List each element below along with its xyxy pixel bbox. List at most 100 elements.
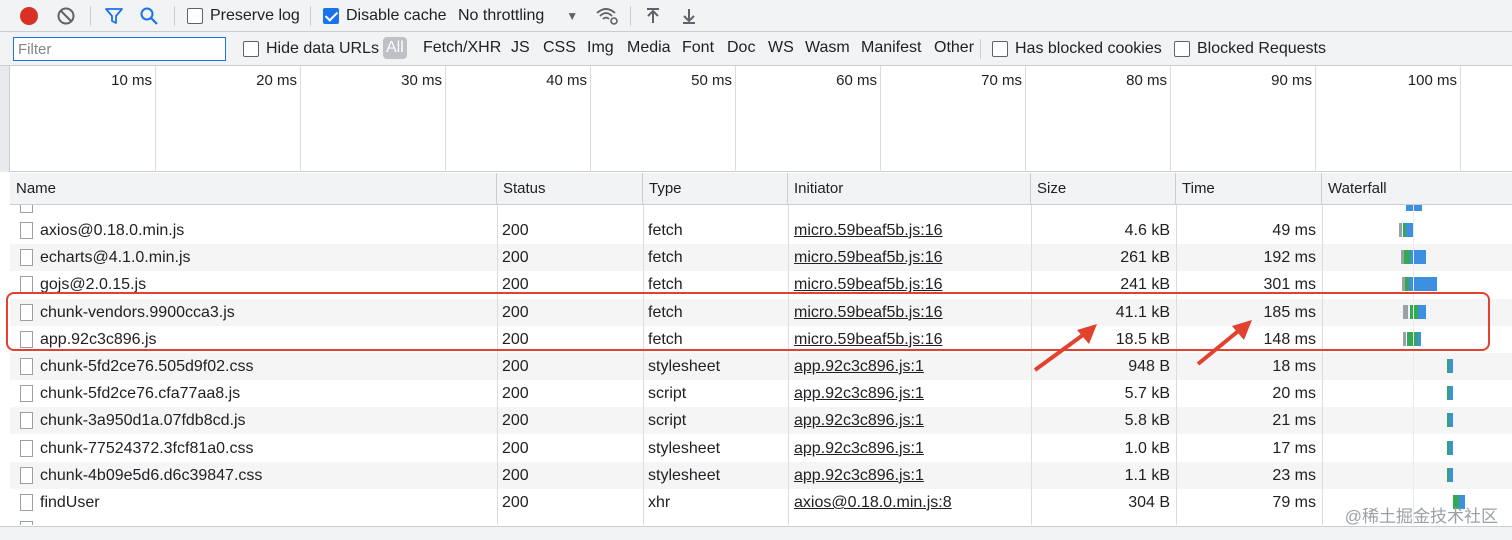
file-icon (20, 276, 33, 294)
request-type: script (648, 412, 687, 430)
table-row[interactable]: chunk-77524372.3fcf81a0.css 200 stylesheet… (10, 435, 1512, 462)
filter-icon (105, 7, 123, 24)
file-icon (20, 385, 33, 403)
disable-cache-label: Disable cache (346, 6, 447, 24)
request-name: chunk-5fd2ce76.505d9f02.css (40, 358, 254, 375)
timeline-overview[interactable]: 10 ms 20 ms 30 ms 40 ms 50 ms 60 ms 70 m… (0, 66, 1512, 172)
request-type: stylesheet (648, 439, 721, 457)
table-row[interactable]: chunk-3a950d1a.07fdb8cd.js 200 script app.9… (10, 407, 1512, 435)
wifi-settings-icon (596, 7, 618, 25)
file-icon (20, 466, 33, 484)
type-filter-ws[interactable]: WS (768, 39, 794, 57)
table-row[interactable]: findUser 200 xhr axios@0.18.0.min.js:8 304 B… (10, 489, 1512, 516)
clear-button[interactable] (56, 0, 76, 31)
column-header-time[interactable]: Time (1176, 173, 1322, 205)
chevron-down-icon: ▼ (566, 8, 579, 23)
waterfall-bar (1449, 359, 1453, 373)
requests-table-header: Name Status Type Initiator Size Time Wat… (10, 173, 1512, 205)
filter-toggle-button[interactable] (104, 0, 124, 31)
request-status: 200 (502, 412, 529, 430)
clear-icon (57, 7, 75, 24)
type-filter-media[interactable]: Media (627, 39, 671, 57)
request-status: 200 (502, 466, 529, 484)
blocked-requests-label: Blocked Requests (1197, 39, 1326, 57)
file-icon (20, 358, 33, 375)
export-har-button[interactable] (681, 0, 697, 31)
hide-data-urls-box[interactable] (243, 40, 259, 57)
blocked-requests-box[interactable] (1174, 40, 1190, 57)
type-filter-fetch-xhr[interactable]: Fetch/XHR (423, 39, 501, 57)
overview-tick: 40 ms (546, 72, 587, 89)
watermark: @稀土掘金技术社区 (1344, 507, 1498, 526)
type-filter-other[interactable]: Other (934, 39, 974, 57)
type-filter-manifest[interactable]: Manifest (861, 39, 921, 57)
request-size: 261 kB (1120, 249, 1170, 267)
request-initiator-link[interactable]: app.92c3c896.js:1 (794, 462, 1029, 489)
disable-cache-box[interactable] (323, 7, 339, 24)
request-status: 200 (502, 222, 529, 239)
request-time: 79 ms (1272, 494, 1316, 511)
request-initiator-link[interactable]: app.92c3c896.js:1 (794, 380, 1029, 407)
import-har-button[interactable] (645, 0, 661, 31)
request-status: 200 (502, 439, 529, 457)
request-initiator-link[interactable]: app.92c3c896.js:1 (794, 353, 1029, 380)
type-filter-img[interactable]: Img (587, 39, 614, 57)
type-filter-js[interactable]: JS (511, 39, 530, 57)
waterfall-bar (1449, 467, 1453, 482)
table-row[interactable]: chunk-4b09e5d6.d6c39847.css 200 stylesheet… (10, 461, 1512, 489)
request-time: 20 ms (1272, 385, 1316, 403)
column-header-type[interactable]: Type (643, 173, 788, 205)
type-filter-wasm[interactable]: Wasm (805, 39, 850, 57)
table-row[interactable]: chunk-5fd2ce76.cfa77aa8.js 200 script app.9… (10, 380, 1512, 407)
time-annotation-arrow (1196, 320, 1252, 366)
table-row[interactable]: chunk-5fd2ce76.505d9f02.css 200 stylesheet… (10, 353, 1512, 380)
request-status: 200 (502, 385, 529, 403)
request-initiator-link[interactable]: micro.59beaf5b.js:16 (794, 217, 1029, 244)
column-header-initiator[interactable]: Initiator (788, 173, 1031, 205)
request-size: 304 B (1128, 494, 1170, 511)
disable-cache-checkbox[interactable]: Disable cache (323, 0, 447, 31)
file-icon (20, 439, 33, 457)
column-header-name[interactable]: Name (10, 173, 497, 205)
request-time: 49 ms (1272, 222, 1316, 239)
type-filter-css[interactable]: CSS (543, 39, 576, 57)
request-initiator-link[interactable]: app.92c3c896.js:1 (794, 435, 1029, 462)
throttling-select[interactable]: No throttling ▼ (458, 0, 578, 31)
hide-data-urls-checkbox[interactable]: Hide data URLs (243, 32, 379, 65)
column-header-waterfall[interactable]: Waterfall (1322, 173, 1512, 205)
overview-tick: 80 ms (1126, 72, 1167, 89)
network-conditions-button[interactable] (595, 0, 619, 31)
table-row[interactable]: echarts@4.1.0.min.js 200 fetch micro.59beaf… (10, 244, 1512, 272)
search-button[interactable] (139, 0, 159, 31)
preserve-log-label: Preserve log (210, 6, 300, 24)
table-row-partial[interactable] (10, 516, 1512, 525)
request-initiator-link[interactable]: axios@0.18.0.min.js:8 (794, 489, 1029, 516)
request-type: stylesheet (648, 358, 721, 375)
type-filter-doc[interactable]: Doc (727, 39, 755, 57)
record-icon (20, 6, 38, 25)
request-initiator-link[interactable]: micro.59beaf5b.js:16 (794, 244, 1029, 271)
overview-left-handle[interactable] (0, 66, 10, 172)
import-icon (647, 7, 659, 23)
filter-input[interactable] (13, 37, 226, 61)
request-status: 200 (502, 358, 529, 375)
hide-data-urls-label: Hide data URLs (266, 39, 379, 57)
type-filter-font[interactable]: Font (682, 39, 714, 57)
blocked-cookies-box[interactable] (992, 40, 1008, 57)
column-header-status[interactable]: Status (497, 173, 643, 205)
request-initiator-link[interactable]: app.92c3c896.js:1 (794, 407, 1029, 434)
status-bar (0, 526, 1512, 540)
blocked-requests-checkbox[interactable]: Blocked Requests (1174, 32, 1326, 65)
requests-table-body: axios@0.18.0.min.js 200 fetch micro.59beaf5… (10, 205, 1512, 525)
request-status: 200 (502, 249, 529, 267)
record-button[interactable] (20, 0, 38, 31)
blocked-cookies-checkbox[interactable]: Has blocked cookies (992, 32, 1162, 65)
search-icon (140, 7, 158, 25)
preserve-log-box[interactable] (187, 7, 203, 24)
table-row[interactable]: axios@0.18.0.min.js 200 fetch micro.59beaf5… (10, 217, 1512, 244)
filter-bar: Hide data URLs All Fetch/XHR JS CSS Img … (0, 32, 1512, 66)
request-type: fetch (648, 222, 683, 239)
preserve-log-checkbox[interactable]: Preserve log (187, 0, 300, 31)
column-header-size[interactable]: Size (1031, 173, 1176, 205)
type-filter-all[interactable]: All (383, 37, 407, 59)
